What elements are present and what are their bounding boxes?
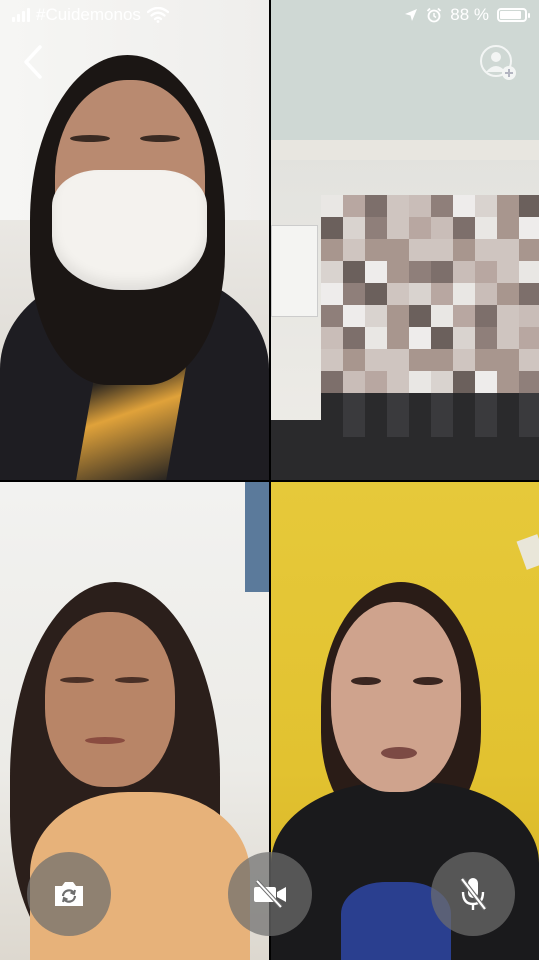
location-icon: [405, 9, 418, 21]
battery-percent: 88 %: [450, 5, 489, 24]
status-bar: #Cuidemonos 88 %: [0, 0, 539, 32]
add-person-icon: [480, 45, 516, 80]
wifi-icon: [146, 7, 169, 23]
add-participant-button[interactable]: [479, 44, 519, 82]
blurred-face: [321, 195, 539, 445]
mute-microphone-button[interactable]: [431, 852, 515, 936]
carrier-label: #Cuidemonos: [36, 5, 141, 24]
back-button[interactable]: [18, 44, 48, 80]
signal-icon: [12, 8, 30, 22]
battery-icon: [497, 8, 530, 22]
alarm-icon: [427, 7, 442, 23]
camera-switch-icon: [55, 882, 83, 906]
toggle-video-button[interactable]: [228, 852, 312, 936]
microphone-off-icon: [460, 877, 487, 911]
switch-camera-button[interactable]: [27, 852, 111, 936]
chevron-left-icon: [24, 45, 42, 79]
video-off-icon: [254, 879, 286, 909]
